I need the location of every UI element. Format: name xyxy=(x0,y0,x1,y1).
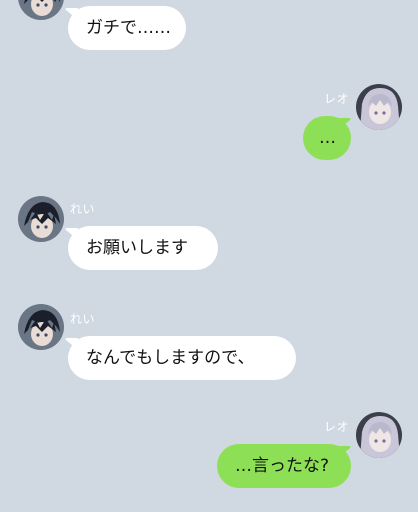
sender-name: レオ xyxy=(324,92,350,106)
sender-name: れい xyxy=(70,312,96,326)
avatar-reo[interactable] xyxy=(356,412,402,458)
avatar-reo[interactable] xyxy=(356,84,402,130)
avatar-rei[interactable] xyxy=(18,0,64,20)
sender-name: れい xyxy=(70,202,96,216)
message-bubble-outgoing[interactable]: … xyxy=(303,116,351,160)
message-bubble-incoming[interactable]: なんでもしますので、 xyxy=(68,336,296,380)
sender-name: レオ xyxy=(324,420,350,434)
avatar-rei[interactable] xyxy=(18,196,64,242)
message-bubble-incoming[interactable]: お願いします xyxy=(68,226,218,270)
avatar-rei[interactable] xyxy=(18,304,64,350)
chat-view[interactable]: ガチで…… レオ … れい お願いします れい なんでもしますので、 レオ …言… xyxy=(0,0,418,512)
message-bubble-incoming[interactable]: ガチで…… xyxy=(68,6,186,50)
message-bubble-outgoing[interactable]: …言ったな? xyxy=(217,444,351,488)
